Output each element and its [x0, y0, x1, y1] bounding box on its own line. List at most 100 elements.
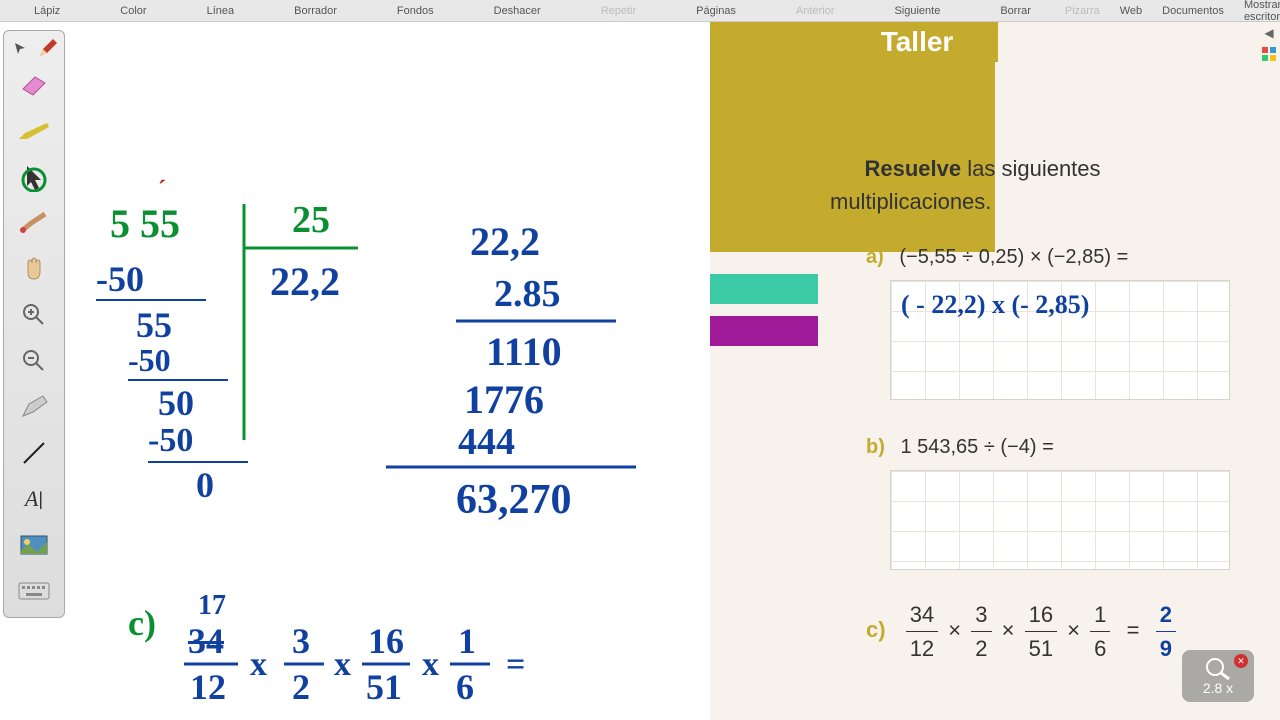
- mode-pizarra[interactable]: Pizarra: [1061, 5, 1104, 17]
- c-f3n: 16: [1025, 598, 1057, 632]
- hw-rem3: 0: [196, 464, 214, 506]
- hw-result: 63,270: [456, 476, 572, 524]
- answer-grid-a[interactable]: ( - 22,2) x (- 2,85): [890, 280, 1230, 400]
- menu-repetir: Repetir: [571, 5, 666, 17]
- highlighter-tool-icon[interactable]: [11, 385, 57, 429]
- whiteboard-canvas[interactable]: ˊ 5 55 25 22,2 -50 55 -50 50 -50 0 22,2 …: [70, 22, 1280, 720]
- eraser-tool-icon[interactable]: [11, 63, 57, 107]
- magnifier-icon: [1204, 656, 1232, 680]
- c-rd: 9: [1160, 632, 1172, 665]
- problem-b-expr: 1 543,65 ÷ (−4) =: [900, 436, 1053, 458]
- hw-c-f4n: 1: [458, 620, 476, 662]
- menu-anterior: Anterior: [766, 5, 865, 17]
- hw-c-top: 17: [198, 590, 226, 622]
- right-sidebar: ◀: [1258, 22, 1280, 62]
- hw-c-den: 12: [190, 666, 226, 708]
- menu-linea[interactable]: Línea: [177, 5, 265, 17]
- hw-c-f4d: 6: [456, 666, 474, 708]
- hw-c-x1: x: [250, 646, 267, 684]
- hw-c-x2: x: [334, 646, 351, 684]
- zoom-close-icon[interactable]: ✕: [1234, 654, 1248, 668]
- zoom-in-tool-icon[interactable]: [11, 293, 57, 337]
- laser-tool-icon[interactable]: [11, 201, 57, 245]
- menu-right: Pizarra Web Documentos Mostrar escritori…: [1061, 0, 1280, 23]
- doc-banner-title: Taller: [836, 22, 998, 62]
- zoom-out-tool-icon[interactable]: [11, 339, 57, 383]
- hw-dividend: 5 55: [110, 200, 180, 247]
- text-tool-icon[interactable]: A|: [11, 477, 57, 521]
- hw-c-f2n: 3: [292, 620, 310, 662]
- zoom-indicator[interactable]: ✕ 2.8 x: [1182, 650, 1254, 702]
- problem-a-label: a): [866, 246, 884, 268]
- c-f4d: 6: [1094, 632, 1106, 665]
- mode-escritorio[interactable]: Mostrar escritorio: [1240, 0, 1280, 23]
- problem-a-expr: (−5,55 ÷ 0,25) × (−2,85) =: [899, 246, 1128, 268]
- hw-c-f2d: 2: [292, 666, 310, 708]
- task-bold: Resuelve: [864, 156, 961, 181]
- task-heading: 1. Resuelve las siguientes multiplicacio…: [830, 152, 1268, 218]
- menu-fondos[interactable]: Fondos: [367, 5, 464, 17]
- menu-borrador[interactable]: Borrador: [264, 5, 367, 17]
- arrow-tool-icon[interactable]: [7, 35, 33, 61]
- answer-grid-b[interactable]: [890, 470, 1230, 570]
- tool-palette: A|: [3, 30, 65, 618]
- hw-c-label: c): [128, 602, 156, 644]
- keyboard-tool-icon[interactable]: [11, 569, 57, 613]
- hw-c-eq: =: [506, 646, 525, 684]
- menu-deshacer[interactable]: Deshacer: [464, 5, 571, 17]
- hw-c-f3d: 51: [366, 666, 402, 708]
- task-number: 1.: [830, 156, 848, 181]
- hw-c-strike: 34: [188, 620, 224, 662]
- menu-siguiente[interactable]: Siguiente: [864, 5, 970, 17]
- menubar: Lápiz Color Línea Borrador Fondos Deshac…: [0, 0, 1280, 22]
- hw-step1: -50: [96, 258, 144, 300]
- hw-p2: 1776: [464, 376, 544, 423]
- hw-rem2: 50: [158, 382, 194, 424]
- problem-c-label: c): [866, 617, 886, 642]
- hand-tool-icon[interactable]: [11, 247, 57, 291]
- hw-c-x3: x: [422, 646, 439, 684]
- hw-mult-b: 2.85: [494, 272, 561, 316]
- c-f1n: 34: [906, 598, 938, 632]
- hw-rem1: 55: [136, 304, 172, 346]
- hw-p3: 444: [458, 420, 515, 464]
- doc-body: 1. Resuelve las siguientes multiplicacio…: [830, 152, 1268, 665]
- hw-step2: -50: [128, 342, 171, 379]
- answer-a-written: ( - 22,2) x (- 2,85): [901, 285, 1089, 324]
- pointer-tool-icon[interactable]: [11, 155, 57, 199]
- hw-c-f3n: 16: [368, 620, 404, 662]
- swatch-magenta: [710, 316, 818, 346]
- hw-mult-rule1: [456, 318, 616, 324]
- zoom-level: 2.8 x: [1203, 680, 1233, 696]
- c-f1d: 12: [910, 632, 934, 665]
- c-f3d: 51: [1029, 632, 1053, 665]
- division-bracket: [238, 200, 368, 450]
- c-f2n: 3: [971, 598, 991, 632]
- hw-rule1: [96, 298, 206, 302]
- hw-step3: -50: [148, 422, 193, 460]
- problem-b-label: b): [866, 436, 885, 458]
- document-panel[interactable]: Taller ✊ 1. Resuelve las siguientes mult…: [710, 22, 1280, 720]
- stylus-tool-icon[interactable]: [35, 35, 61, 61]
- hw-mult-a: 22,2: [470, 218, 540, 265]
- marker-tool-icon[interactable]: [11, 109, 57, 153]
- c-rn: 2: [1156, 598, 1176, 632]
- menu-borrar[interactable]: Borrar: [970, 5, 1061, 17]
- menu-paginas[interactable]: Páginas: [666, 5, 766, 17]
- problem-a: a) (−5,55 ÷ 0,25) × (−2,85) =: [866, 242, 1268, 272]
- hw-mult-rule2: [386, 464, 636, 470]
- capture-tool-icon[interactable]: [11, 523, 57, 567]
- sidebar-apps-icon[interactable]: [1261, 46, 1277, 62]
- mode-documentos[interactable]: Documentos: [1158, 5, 1228, 17]
- hw-p1: 1110: [486, 328, 562, 375]
- c-f2d: 2: [975, 632, 987, 665]
- c-f4n: 1: [1090, 598, 1110, 632]
- sidebar-collapse-icon[interactable]: ◀: [1264, 26, 1273, 40]
- menu-lapiz[interactable]: Lápiz: [4, 5, 90, 17]
- menu-color[interactable]: Color: [90, 5, 176, 17]
- swatch-teal: [710, 274, 818, 304]
- mode-web[interactable]: Web: [1116, 5, 1146, 17]
- menu-left: Lápiz Color Línea Borrador Fondos Deshac…: [4, 5, 1061, 17]
- line-tool-icon[interactable]: [11, 431, 57, 475]
- problem-b: b) 1 543,65 ÷ (−4) =: [866, 432, 1268, 462]
